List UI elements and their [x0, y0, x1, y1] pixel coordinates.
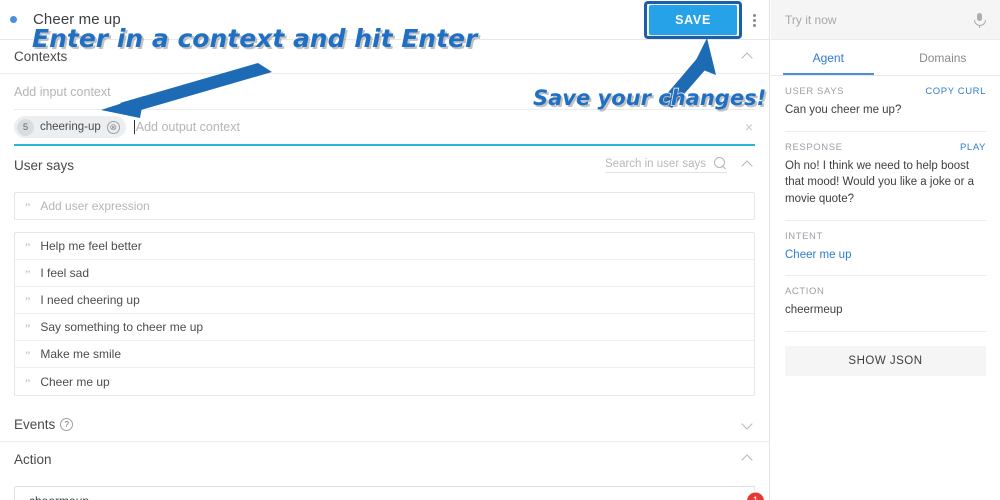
play-button[interactable]: PLAY — [960, 142, 986, 153]
page-title: Cheer me up — [33, 11, 121, 28]
search-icon[interactable] — [714, 157, 727, 170]
divider — [785, 130, 986, 132]
quote-icon: ” — [25, 321, 31, 335]
action-body: cheermeup 1 — [0, 476, 769, 500]
user-says-search[interactable]: Search in user says — [605, 157, 727, 173]
tab-domains-label: Domains — [919, 50, 967, 65]
quote-icon: ” — [25, 200, 31, 214]
context-chip-lifespan: 5 — [17, 118, 34, 136]
toolbar-actions: SAVE — [644, 0, 759, 40]
tab-agent[interactable]: Agent — [771, 40, 886, 75]
events-header: Events — [0, 408, 769, 442]
contexts-header: Contexts — [0, 40, 769, 74]
contexts-title: Contexts — [14, 49, 68, 64]
user-expression-text: I feel sad — [40, 266, 90, 280]
user-expression-text: Cheer me up — [40, 374, 110, 389]
tab-domains[interactable]: Domains — [886, 40, 1000, 75]
list-item[interactable]: ” I need cheering up — [15, 287, 754, 314]
microphone-icon[interactable] — [972, 12, 986, 28]
contexts-body: Add input context 5 cheering-up ⊗ Add ou… — [0, 74, 769, 146]
panel-tabs: Agent Domains — [771, 40, 1000, 76]
copy-curl-button[interactable]: COPY CURL — [925, 86, 986, 97]
response-value: Oh no! I think we need to help boost tha… — [785, 159, 975, 206]
user-says-title: User says — [14, 157, 75, 173]
contexts-collapse-chevron-icon[interactable] — [741, 50, 755, 64]
text-cursor — [133, 120, 135, 134]
events-title: Events — [14, 417, 73, 432]
user-expression-text: Make me smile — [40, 347, 122, 361]
user-expression-text: Say something to cheer me up — [40, 320, 204, 334]
app-root: Cheer me up SAVE Contexts Add input cont… — [0, 0, 1000, 500]
try-it-now-bar[interactable]: Try it now — [771, 0, 1000, 40]
search-input[interactable]: Search in user says — [605, 158, 706, 170]
action-value: cheermeup — [29, 494, 89, 500]
user-says-result-label: USER SAYS — [785, 86, 845, 97]
intent-toolbar: Cheer me up SAVE — [0, 0, 769, 40]
quote-icon: ” — [25, 294, 31, 308]
save-button[interactable]: SAVE — [649, 5, 737, 35]
action-input[interactable]: cheermeup 1 — [14, 486, 764, 500]
user-says-result-value: Can you cheer me up? — [785, 104, 902, 116]
action-header: Action — [0, 442, 769, 476]
show-json-button[interactable]: SHOW JSON — [785, 346, 986, 377]
user-says-body: ” Add user expression ” Help me feel bet… — [0, 184, 769, 396]
clear-contexts-icon[interactable]: × — [745, 119, 753, 135]
intent-status-dot — [10, 16, 17, 23]
add-user-expression-input[interactable]: ” Add user expression — [14, 192, 755, 220]
tab-agent-label: Agent — [812, 50, 844, 65]
context-chip-label: cheering-up — [40, 121, 101, 133]
divider — [785, 219, 986, 221]
input-context-placeholder: Add input context — [14, 84, 111, 99]
response-label: RESPONSE — [785, 141, 843, 153]
list-item[interactable]: ” Make me smile — [15, 341, 754, 368]
add-user-expression-placeholder: Add user expression — [40, 199, 150, 213]
context-chip-cheering-up[interactable]: 5 cheering-up ⊗ — [14, 116, 126, 138]
panel-body: USER SAYS COPY CURL Can you cheer me up?… — [771, 76, 1000, 377]
quote-icon: ” — [25, 267, 31, 281]
intent-label: INTENT — [785, 230, 823, 242]
events-expand-chevron-icon[interactable] — [741, 418, 755, 432]
list-item[interactable]: ” I feel sad — [15, 260, 754, 287]
output-context-placeholder: Add output context — [135, 120, 240, 134]
list-item[interactable]: ” Help me feel better — [15, 233, 754, 260]
quote-icon: ” — [25, 375, 31, 390]
divider — [785, 275, 986, 277]
response-row: RESPONSE PLAY — [785, 142, 986, 153]
input-context-row[interactable]: Add input context — [14, 74, 755, 110]
user-expression-text: I need cheering up — [40, 293, 140, 307]
action-result-value: cheermeup — [785, 304, 843, 317]
intent-row: INTENT — [785, 231, 986, 242]
user-expression-list: ” Help me feel better ” I feel sad ” I n… — [14, 232, 755, 396]
try-it-now-panel: Try it now Agent Domains USER SAYS COPY … — [771, 0, 1000, 500]
list-item[interactable]: ” Cheer me up — [15, 368, 754, 395]
action-title: Action — [14, 451, 52, 467]
user-says-header: User says Search in user says — [0, 146, 769, 184]
list-item[interactable]: ” Say something to cheer me up — [15, 314, 754, 341]
quote-icon: ” — [25, 348, 31, 362]
try-it-now-input[interactable]: Try it now — [785, 13, 972, 27]
quote-icon: ” — [25, 240, 31, 254]
divider — [785, 331, 986, 333]
action-row: ACTION — [785, 286, 986, 297]
user-says-result-row: USER SAYS COPY CURL — [785, 86, 986, 97]
error-count-badge: 1 — [747, 492, 764, 500]
output-context-row[interactable]: 5 cheering-up ⊗ Add output context × — [14, 110, 755, 146]
intent-editor-panel: Cheer me up SAVE Contexts Add input cont… — [0, 0, 770, 500]
action-result-label: ACTION — [785, 286, 825, 298]
user-expression-text: Help me feel better — [40, 239, 142, 253]
save-button-wrapper: SAVE — [644, 0, 742, 40]
more-options-icon[interactable] — [750, 10, 759, 31]
user-says-collapse-chevron-icon[interactable] — [741, 158, 755, 172]
intent-value-link[interactable]: Cheer me up — [785, 247, 986, 264]
context-chip-remove-icon[interactable]: ⊗ — [106, 120, 120, 134]
action-collapse-chevron-icon[interactable] — [741, 452, 755, 466]
